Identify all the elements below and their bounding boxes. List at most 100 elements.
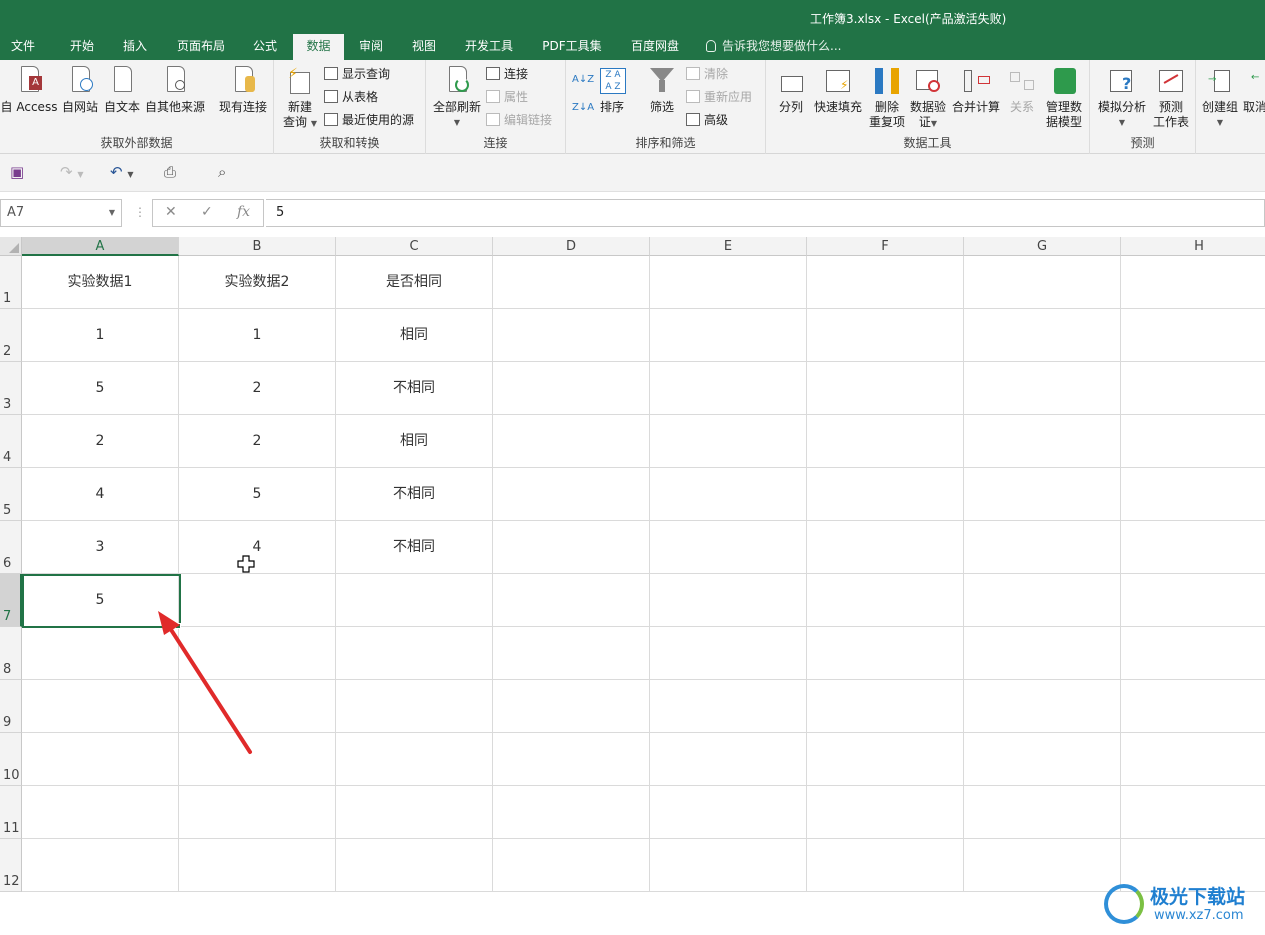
edit-links-button[interactable]: 编辑链接 [486,110,552,130]
existing-connections-button[interactable]: 现有连接 [216,66,270,115]
cell-e6[interactable] [650,521,807,574]
cell-d4[interactable] [493,415,650,468]
cell-a12[interactable] [22,839,179,892]
relationships-button[interactable]: 关系 [1006,66,1038,115]
cell-f6[interactable] [807,521,964,574]
connections-button[interactable]: 连接 [486,64,528,84]
row-header-2[interactable]: 2 [0,309,22,362]
from-table-button[interactable]: 从表格 [324,87,378,107]
cell-g3[interactable] [964,362,1121,415]
tell-me-box[interactable]: 告诉我您想要做什么... [706,34,841,60]
cell-h9[interactable] [1121,680,1265,733]
cell-f12[interactable] [807,839,964,892]
cell-e11[interactable] [650,786,807,839]
cell-c8[interactable] [336,627,493,680]
row-header-6[interactable]: 6 [0,521,22,574]
cell-e12[interactable] [650,839,807,892]
cell-h11[interactable] [1121,786,1265,839]
cell-a1[interactable]: 实验数据1 [22,256,179,309]
from-text-button[interactable]: 自文本 [102,66,142,115]
cell-f4[interactable] [807,415,964,468]
cell-f7[interactable] [807,574,964,627]
select-all-corner[interactable] [0,237,22,256]
cell-b1[interactable]: 实验数据2 [179,256,336,309]
cell-c2[interactable]: 相同 [336,309,493,362]
cell-e2[interactable] [650,309,807,362]
ungroup-button[interactable]: ← 取消 [1240,66,1265,115]
cell-d1[interactable] [493,256,650,309]
cell-a5[interactable]: 4 [22,468,179,521]
data-validation-button[interactable]: 数据验 证▼ [908,66,948,131]
cell-g12[interactable] [964,839,1121,892]
from-access-button[interactable]: A 自 Access [0,66,58,115]
cell-c4[interactable]: 相同 [336,415,493,468]
filter-button[interactable]: 筛选 [644,66,680,115]
cell-b11[interactable] [179,786,336,839]
cell-g1[interactable] [964,256,1121,309]
cell-c10[interactable] [336,733,493,786]
cell-g4[interactable] [964,415,1121,468]
cell-a6[interactable]: 3 [22,521,179,574]
tab-home[interactable]: 开始 [55,34,109,60]
row-header-7[interactable]: 7 [0,574,22,627]
print-preview-icon[interactable]: ⎙ [164,162,176,182]
tab-view[interactable]: 视图 [399,34,449,60]
cell-b3[interactable]: 2 [179,362,336,415]
row-header-4[interactable]: 4 [0,415,22,468]
cell-d6[interactable] [493,521,650,574]
cell-c9[interactable] [336,680,493,733]
column-header-c[interactable]: C [336,237,493,256]
cell-c5[interactable]: 不相同 [336,468,493,521]
enter-icon[interactable]: ✓ [201,204,213,220]
cell-h1[interactable] [1121,256,1265,309]
cell-h8[interactable] [1121,627,1265,680]
cell-c7[interactable] [336,574,493,627]
properties-button[interactable]: 属性 [486,87,528,107]
find-icon[interactable]: ⌕ [218,162,226,182]
column-header-g[interactable]: G [964,237,1121,256]
column-header-f[interactable]: F [807,237,964,256]
cell-f5[interactable] [807,468,964,521]
from-other-sources-button[interactable]: 自其他来源 [144,66,206,115]
group-button[interactable]: → 创建组 ▼ [1200,66,1240,130]
cell-f11[interactable] [807,786,964,839]
cell-d12[interactable] [493,839,650,892]
column-header-b[interactable]: B [179,237,336,256]
insert-function-icon[interactable]: fx [237,204,250,220]
cell-e10[interactable] [650,733,807,786]
name-box[interactable]: A7 ▼ [0,199,122,227]
cell-d5[interactable] [493,468,650,521]
cell-f1[interactable] [807,256,964,309]
cell-d7[interactable] [493,574,650,627]
cell-e4[interactable] [650,415,807,468]
cell-g8[interactable] [964,627,1121,680]
cell-h6[interactable] [1121,521,1265,574]
recent-sources-button[interactable]: 最近使用的源 [324,110,414,130]
cell-h3[interactable] [1121,362,1265,415]
remove-duplicates-button[interactable]: 删除 重复项 [868,66,906,130]
cell-e8[interactable] [650,627,807,680]
new-query-button[interactable]: ⚡ 新建 查询 ▼ [278,66,322,131]
cell-d3[interactable] [493,362,650,415]
row-header-10[interactable]: 10 [0,733,22,786]
cell-g7[interactable] [964,574,1121,627]
manage-data-model-button[interactable]: 管理数 据模型 [1042,66,1086,130]
tab-page-layout[interactable]: 页面布局 [165,34,237,60]
row-header-12[interactable]: 12 [0,839,22,892]
consolidate-button[interactable]: 合并计算 [950,66,1002,115]
sort-button[interactable]: Z AA Z 排序 [594,66,630,115]
cell-g6[interactable] [964,521,1121,574]
sort-asc-icon[interactable]: A↓Z [572,70,594,90]
cell-d11[interactable] [493,786,650,839]
cell-c3[interactable]: 不相同 [336,362,493,415]
cell-b5[interactable]: 5 [179,468,336,521]
cell-f10[interactable] [807,733,964,786]
tab-data[interactable]: 数据 [293,34,344,60]
row-header-8[interactable]: 8 [0,627,22,680]
cell-b12[interactable] [179,839,336,892]
cell-h5[interactable] [1121,468,1265,521]
cell-c11[interactable] [336,786,493,839]
cell-c6[interactable]: 不相同 [336,521,493,574]
advanced-filter-button[interactable]: 高级 [686,110,728,130]
cell-b2[interactable]: 1 [179,309,336,362]
